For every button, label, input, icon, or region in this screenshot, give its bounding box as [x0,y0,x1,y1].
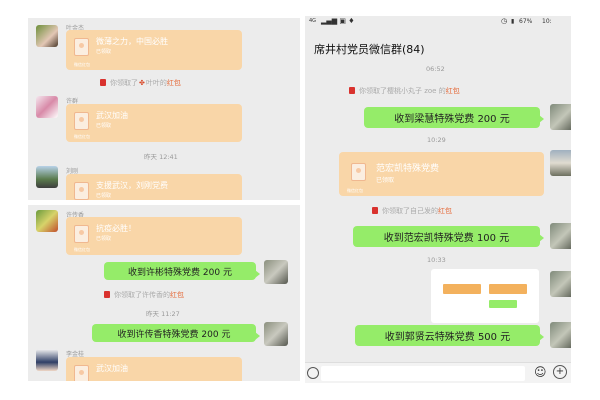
chat-panel-right: 4G ▂▄▆ ▣ ♦ ◷ ▮ 67% 10: 席井村党员微信群(84) 06:5… [305,16,571,383]
red-packet-icon [74,225,89,243]
avatar[interactable] [264,322,288,346]
avatar[interactable] [550,104,571,130]
red-packet-title: 抗疫必胜！ [96,224,136,233]
red-packet-message[interactable]: 微薄之力，中国必胜 已领取 微信红包 [66,30,242,70]
red-packet-footer: 微信红包 [74,134,90,139]
outgoing-message[interactable]: 收到许彬特殊党费 200 元 [104,262,260,280]
input-bar: ☺ + [305,362,571,383]
image-thumbnail [489,300,517,308]
red-packet-link[interactable]: 红包 [170,291,184,299]
system-time: 10: [542,18,552,25]
avatar[interactable] [264,260,288,284]
avatar[interactable] [36,210,58,232]
emoji-icon[interactable]: ☺ [534,365,547,379]
red-packet-footer: 微信红包 [347,188,363,193]
image-thumbnail [489,284,527,294]
image-thumbnail [443,284,481,294]
red-envelope-icon [372,207,378,214]
outgoing-message[interactable]: 收到许传香特殊党费 200 元 [92,324,260,342]
chat-title: 席井村党员微信群(84) [314,43,425,56]
red-packet-link[interactable]: 红包 [438,207,452,215]
red-packet-title: 武汉加油 [96,111,128,120]
avatar[interactable] [550,271,571,297]
avatar[interactable] [36,349,58,371]
plus-icon[interactable]: + [553,365,567,379]
red-envelope-icon [104,291,110,298]
red-packet-icon [74,112,89,130]
red-packet-status: 已领取 [96,123,112,129]
outgoing-message[interactable]: 收到郭贤云特殊党费 500 元 [355,325,544,346]
system-notice: 你领取了自己发的红包 [372,206,452,216]
red-packet-message[interactable]: 武汉加油 [66,357,242,381]
signal-label: 4G [309,18,317,24]
status-bar: 4G ▂▄▆ ▣ ♦ ◷ ▮ 67% 10: [305,16,571,28]
red-packet-link[interactable]: 红包 [167,79,181,87]
battery-icon: ▮ [511,18,515,25]
red-packet-icon [74,182,89,200]
timestamp: 10:29 [427,136,446,144]
avatar[interactable] [550,322,571,348]
red-packet-footer: 微信红包 [74,62,90,67]
timestamp: 06:52 [426,65,445,73]
system-notice: 你领取了许传香的红包 [104,290,184,300]
timestamp: 昨天 12:41 [144,153,178,161]
system-notice: 你领取了樱桃小丸子 zoe 的红包 [349,86,460,96]
timestamp: 10:33 [427,256,446,264]
timestamp: 昨天 11:27 [146,310,180,318]
red-packet-title: 范宏凯特殊党费 [376,164,440,174]
red-packet-link[interactable]: 红包 [446,87,460,95]
red-packet-status: 已领取 [376,177,395,184]
avatar[interactable] [550,150,571,176]
red-packet-message[interactable]: 抗疫必胜！ 已领取 微信红包 [66,217,242,255]
avatar[interactable] [36,25,58,47]
battery-percent: 67% [519,18,533,25]
red-packet-title: 微薄之力，中国必胜 [96,37,168,46]
red-packet-message[interactable]: 范宏凯特殊党费 已领取 微信红包 [339,152,544,196]
screenshot-image-message[interactable] [431,269,539,323]
red-packet-title: 武汉加油 [96,364,128,373]
alarm-icon: ◷ [501,17,508,25]
chat-panel-left-top: 叶金杰 微薄之力，中国必胜 已领取 微信红包 你领取了✤叶叶的红包 许群 武汉加… [28,18,300,200]
red-packet-footer: 微信红包 [74,247,90,252]
red-packet-message[interactable]: 武汉加油 已领取 微信红包 [66,104,242,142]
avatar[interactable] [36,166,58,188]
red-envelope-icon [349,87,355,94]
red-packet-status: 已领取 [96,236,112,242]
maple-leaf-icon: ✤ [139,79,145,87]
red-packet-icon [351,163,366,181]
outgoing-message[interactable]: 收到范宏凯特殊党费 100 元 [353,226,544,247]
red-packet-status: 已领取 [96,193,112,199]
system-notice: 你领取了✤叶叶的红包 [100,78,181,88]
message-input[interactable] [321,366,525,381]
red-envelope-icon [100,79,106,86]
red-packet-title: 支援武汉，刘刚党费 [96,181,168,190]
signal-icon: ▂▄▆ ▣ ♦ [321,17,355,25]
chat-panel-left-bottom: 许传香 抗疫必胜！ 已领取 微信红包 收到许彬特殊党费 200 元 你领取了许传… [28,205,300,381]
red-packet-status: 已领取 [96,49,112,55]
outgoing-message[interactable]: 收到梁慧特殊党费 200 元 [364,107,544,128]
avatar[interactable] [36,96,58,118]
red-packet-icon [74,38,89,56]
red-packet-icon [74,365,89,381]
voice-icon[interactable] [307,367,319,379]
red-packet-message[interactable]: 支援武汉，刘刚党费 已领取 [66,174,242,200]
avatar[interactable] [550,223,571,249]
